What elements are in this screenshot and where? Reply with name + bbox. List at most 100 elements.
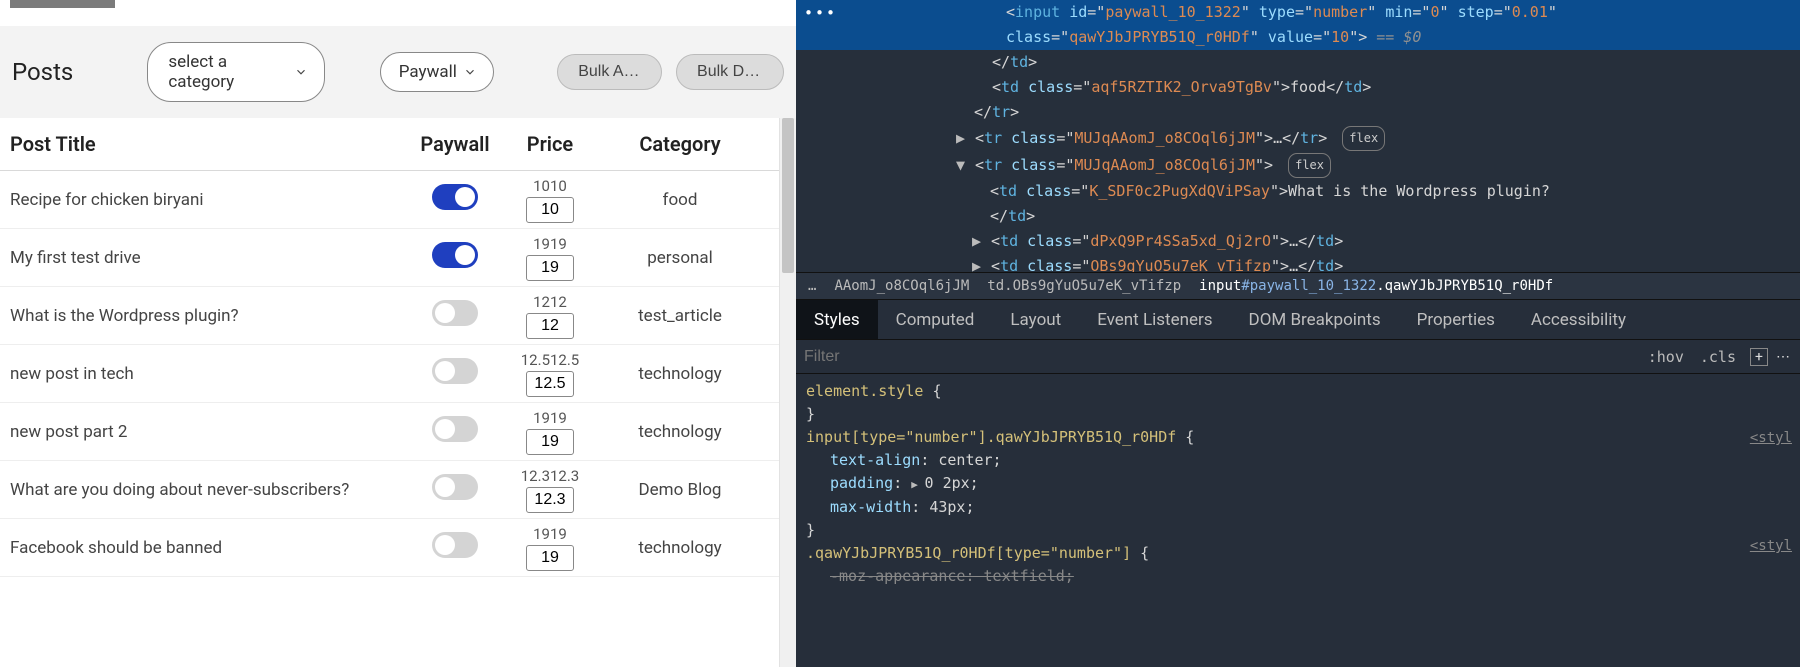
admin-top-bar-fragment bbox=[10, 0, 115, 8]
styles-filter-input[interactable] bbox=[804, 348, 1640, 366]
price-cell: 1919 bbox=[500, 409, 600, 455]
paywall-cell bbox=[410, 474, 500, 505]
flex-badge[interactable]: flex bbox=[1288, 153, 1331, 178]
category-cell: technology bbox=[600, 422, 760, 442]
paywall-toggle[interactable] bbox=[432, 358, 478, 384]
post-title-cell: Facebook should be banned bbox=[10, 538, 410, 558]
post-title-cell: Recipe for chicken biryani bbox=[10, 190, 410, 210]
price-cell: 12.512.5 bbox=[500, 351, 600, 397]
elements-node-td3[interactable]: ▶ <td class="OBs9gYuO5u7eK_vTifzp">…</td… bbox=[796, 254, 1800, 272]
category-cell: Demo Blog bbox=[600, 480, 760, 500]
table-row: My first test drive1919personal bbox=[0, 229, 779, 287]
elements-node-close-td[interactable]: </td> bbox=[796, 50, 1800, 75]
price-input[interactable] bbox=[526, 429, 574, 455]
paywall-toggle[interactable] bbox=[432, 184, 478, 210]
breadcrumb-item[interactable]: td.OBs9gYuO5u7eK_vTifzp bbox=[987, 278, 1181, 294]
bulk-activate-button[interactable]: Bulk Act... bbox=[557, 54, 662, 90]
category-select-label: select a category bbox=[168, 52, 282, 92]
stylesheet-link[interactable]: <styl bbox=[1750, 430, 1792, 446]
tab-event-listeners[interactable]: Event Listeners bbox=[1079, 300, 1230, 339]
price-input[interactable] bbox=[526, 487, 574, 513]
tab-computed[interactable]: Computed bbox=[878, 300, 993, 339]
table-row: What are you doing about never-subscribe… bbox=[0, 461, 779, 519]
header-price: Price bbox=[500, 132, 600, 156]
styles-rules[interactable]: element.style { } <styl input[type="numb… bbox=[796, 374, 1800, 667]
breadcrumb-ellipsis[interactable]: … bbox=[808, 278, 816, 294]
styles-tab-bar: Styles Computed Layout Event Listeners D… bbox=[796, 300, 1800, 340]
chevron-down-icon bbox=[294, 65, 308, 79]
paywall-cell bbox=[410, 532, 500, 563]
table-row: new post in tech12.512.5technology bbox=[0, 345, 779, 403]
table-row: Recipe for chicken biryani1010food bbox=[0, 171, 779, 229]
price-display-label: 12.512.5 bbox=[521, 351, 580, 369]
new-style-rule-button[interactable]: + bbox=[1750, 348, 1768, 366]
price-display-label: 1919 bbox=[533, 409, 567, 427]
flex-badge[interactable]: flex bbox=[1342, 126, 1385, 151]
elements-node-input-selected[interactable]: <input id="paywall_10_1322" type="number… bbox=[796, 0, 1800, 25]
paywall-toggle[interactable] bbox=[432, 300, 478, 326]
price-display-label: 1919 bbox=[533, 525, 567, 543]
bulk-deactivate-button[interactable]: Bulk De-... bbox=[676, 54, 784, 90]
price-type-select-label: Paywall bbox=[399, 62, 457, 82]
category-cell: food bbox=[600, 190, 760, 210]
scrollbar-thumb[interactable] bbox=[782, 118, 794, 273]
price-display-label: 1919 bbox=[533, 235, 567, 253]
price-input[interactable] bbox=[526, 197, 574, 223]
tab-layout[interactable]: Layout bbox=[992, 300, 1079, 339]
elements-node-wp-td-close[interactable]: </td> bbox=[796, 204, 1800, 229]
elements-node-food-td[interactable]: <td class="aqf5RZTIK2_Orva9TgBv">food</t… bbox=[796, 75, 1800, 100]
paywall-toggle[interactable] bbox=[432, 532, 478, 558]
admin-posts-panel: Posts select a category Paywall Bulk Act… bbox=[0, 0, 796, 667]
table-row: Facebook should be banned1919technology bbox=[0, 519, 779, 577]
elements-tree[interactable]: ••• <input id="paywall_10_1322" type="nu… bbox=[796, 0, 1800, 272]
header-paywall: Paywall bbox=[410, 132, 500, 156]
post-title-cell: My first test drive bbox=[10, 248, 410, 268]
breadcrumb-item-active[interactable]: input#paywall_10_1322.qawYJbJPRYB51Q_r0H… bbox=[1199, 278, 1553, 294]
cls-toggle[interactable]: .cls bbox=[1692, 348, 1744, 366]
elements-breadcrumb[interactable]: … AAomJ_o8COql6jJM td.OBs9gYuO5u7eK_vTif… bbox=[796, 272, 1800, 300]
price-input[interactable] bbox=[526, 371, 574, 397]
category-select[interactable]: select a category bbox=[147, 42, 325, 102]
paywall-cell bbox=[410, 300, 500, 331]
elements-node-wp-td[interactable]: <td class="K_SDF0c2PugXdQViPSay">What is… bbox=[796, 179, 1800, 204]
price-input[interactable] bbox=[526, 255, 574, 281]
tab-dom-breakpoints[interactable]: DOM Breakpoints bbox=[1231, 300, 1399, 339]
elements-node-input-selected-cont[interactable]: class="qawYJbJPRYB51Q_r0HDf" value="10">… bbox=[796, 25, 1800, 50]
price-input[interactable] bbox=[526, 545, 574, 571]
stylesheet-link[interactable]: <styl bbox=[1750, 538, 1792, 554]
hov-toggle[interactable]: :hov bbox=[1640, 348, 1692, 366]
post-title-cell: What are you doing about never-subscribe… bbox=[10, 480, 410, 500]
paywall-cell bbox=[410, 184, 500, 215]
elements-node-td2[interactable]: ▶ <td class="dPxQ9Pr4SSa5xd_Qj2rO">…</td… bbox=[796, 229, 1800, 254]
paywall-cell bbox=[410, 242, 500, 273]
elements-node-tr-collapsed[interactable]: ▶ <tr class="MUJqAAomJ_o8COql6jJM">…</tr… bbox=[796, 125, 1800, 152]
paywall-toggle[interactable] bbox=[432, 242, 478, 268]
paywall-toggle[interactable] bbox=[432, 416, 478, 442]
post-title-cell: What is the Wordpress plugin? bbox=[10, 306, 410, 326]
header-post-title: Post Title bbox=[10, 132, 410, 156]
breadcrumb-item[interactable]: AAomJ_o8COql6jJM bbox=[834, 278, 969, 294]
price-display-label: 12.312.3 bbox=[521, 467, 580, 485]
price-cell: 1919 bbox=[500, 235, 600, 281]
header-category: Category bbox=[600, 132, 760, 156]
post-title-cell: new post part 2 bbox=[10, 422, 410, 442]
price-input[interactable] bbox=[526, 313, 574, 339]
tab-accessibility[interactable]: Accessibility bbox=[1513, 300, 1644, 339]
elements-node-tr-expanded[interactable]: ▼ <tr class="MUJqAAomJ_o8COql6jJM"> flex bbox=[796, 152, 1800, 179]
paywall-cell bbox=[410, 358, 500, 389]
tab-styles[interactable]: Styles bbox=[796, 300, 878, 339]
table-header-row: Post Title Paywall Price Category bbox=[0, 118, 779, 171]
price-cell: 12.312.3 bbox=[500, 467, 600, 513]
category-cell: test_article bbox=[600, 306, 760, 326]
more-icon[interactable]: ••• bbox=[804, 4, 837, 22]
elements-node-close-tr[interactable]: </tr> bbox=[796, 100, 1800, 125]
chevron-down-icon bbox=[463, 65, 477, 79]
posts-title: Posts bbox=[12, 58, 73, 86]
price-type-select[interactable]: Paywall bbox=[380, 52, 494, 92]
price-display-label: 1212 bbox=[533, 293, 567, 311]
price-cell: 1212 bbox=[500, 293, 600, 339]
paywall-toggle[interactable] bbox=[432, 474, 478, 500]
scrollbar-track[interactable] bbox=[779, 118, 796, 667]
tab-properties[interactable]: Properties bbox=[1399, 300, 1513, 339]
styles-more-button[interactable]: ⋯ bbox=[1774, 348, 1792, 366]
